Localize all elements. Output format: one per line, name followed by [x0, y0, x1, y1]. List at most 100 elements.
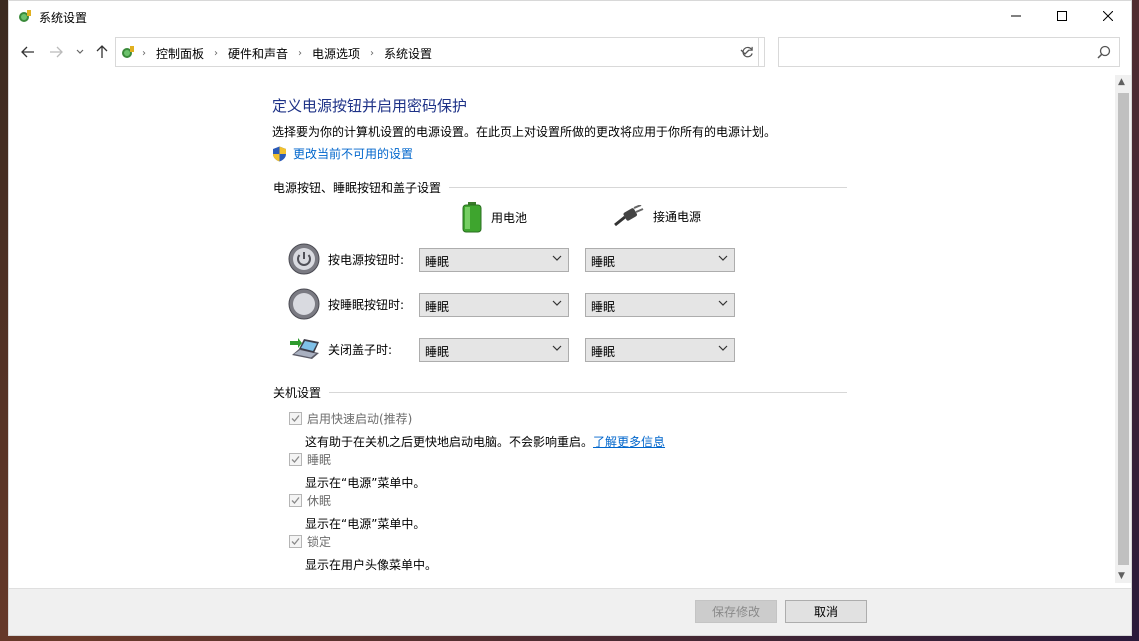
lock-option: 锁定 显示在用户头像菜单中。	[289, 533, 437, 573]
fast-startup-checkbox[interactable]	[289, 412, 302, 425]
chevron-down-icon	[718, 255, 728, 261]
chevron-down-icon	[552, 255, 562, 261]
battery-column-header: 用电池	[461, 201, 527, 233]
chevron-down-icon	[552, 345, 562, 351]
breadcrumb-item[interactable]: 硬件和声音	[228, 45, 288, 62]
row-label: 关闭盖子时:	[328, 342, 393, 357]
change-unavailable-settings-link[interactable]: 更改当前不可用的设置	[272, 145, 413, 162]
refresh-icon	[742, 46, 753, 57]
sleep-button-plugged-select[interactable]: 睡眠	[585, 293, 735, 317]
forward-button[interactable]	[47, 43, 65, 61]
chevron-down-icon	[718, 300, 728, 306]
page-title: 定义电源按钮并启用密码保护	[272, 97, 468, 115]
sleep-button-row-label: 按睡眠按钮时:	[288, 288, 404, 320]
plugged-in-column-header: 接通电源	[613, 205, 701, 227]
shutdown-section-header: 关机设置	[273, 384, 847, 401]
close-button[interactable]	[1085, 1, 1131, 31]
breadcrumb-item[interactable]: 系统设置	[384, 45, 432, 62]
control-panel-icon	[122, 46, 134, 58]
scrollbar-thumb[interactable]	[1118, 93, 1129, 565]
checkmark-icon	[291, 415, 300, 422]
lid-close-plugged-select[interactable]: 睡眠	[585, 338, 735, 362]
scroll-up-icon[interactable]: ▲	[1118, 77, 1125, 87]
lock-checkbox[interactable]	[289, 535, 302, 548]
power-button-icon	[288, 243, 320, 275]
sleep-button-battery-select[interactable]: 睡眠	[419, 293, 569, 317]
row-label: 按睡眠按钮时:	[328, 297, 405, 312]
search-input[interactable]	[785, 43, 1085, 61]
hibernate-checkbox[interactable]	[289, 494, 302, 507]
checkmark-icon	[291, 497, 300, 504]
row-label: 按电源按钮时:	[328, 252, 405, 267]
power-options-icon	[19, 10, 31, 22]
sleep-checkbox[interactable]	[289, 453, 302, 466]
arrow-right-icon	[50, 46, 63, 58]
power-button-battery-select[interactable]: 睡眠	[419, 248, 569, 272]
back-button[interactable]	[19, 43, 37, 61]
lock-description: 显示在用户头像菜单中。	[305, 558, 438, 572]
sleep-label: 睡眠	[307, 453, 332, 467]
sleep-button-icon	[288, 288, 320, 320]
page-description: 选择要为你的计算机设置的电源设置。在此页上对设置所做的更改将应用于你所有的电源计…	[272, 125, 777, 139]
lid-close-battery-select[interactable]: 睡眠	[419, 338, 569, 362]
section-title: 关机设置	[273, 386, 322, 400]
up-button[interactable]	[93, 43, 111, 61]
recent-locations-button[interactable]	[71, 43, 89, 61]
arrow-up-icon	[96, 45, 108, 58]
address-bar[interactable]: › 控制面板 › 硬件和声音 › 电源选项 › 系统设置	[115, 37, 759, 67]
maximize-icon	[1057, 11, 1067, 21]
hibernate-label: 休眠	[307, 494, 332, 508]
power-buttons-section-header: 电源按钮、睡眠按钮和盖子设置	[273, 179, 847, 196]
save-changes-button[interactable]: 保存修改	[695, 600, 777, 623]
chevron-right-icon[interactable]: ›	[214, 48, 218, 59]
selected-value: 睡眠	[591, 345, 616, 359]
power-button-plugged-select[interactable]: 睡眠	[585, 248, 735, 272]
window: 系统设置 › 控制面板 › 硬件和声音 › 电源选项 › 系统设置 定义电源按钮…	[8, 0, 1132, 636]
search-icon	[1097, 45, 1111, 59]
footer-bar: 保存修改 取消	[9, 588, 1131, 635]
breadcrumb-item[interactable]: 控制面板	[156, 45, 204, 62]
section-divider	[449, 187, 847, 188]
refresh-button[interactable]	[731, 37, 765, 67]
battery-icon	[462, 202, 482, 233]
sleep-description: 显示在“电源”菜单中。	[305, 476, 426, 490]
learn-more-link[interactable]: 了解更多信息	[593, 435, 665, 449]
chevron-down-icon	[76, 49, 84, 54]
section-divider	[329, 392, 847, 393]
power-plug-icon	[614, 205, 644, 227]
selected-value: 睡眠	[425, 345, 450, 359]
lock-label: 锁定	[307, 535, 332, 549]
section-title: 电源按钮、睡眠按钮和盖子设置	[273, 181, 442, 195]
selected-value: 睡眠	[425, 255, 450, 269]
change-unavailable-settings-label[interactable]: 更改当前不可用的设置	[293, 145, 413, 162]
fast-startup-label: 启用快速启动(推荐)	[307, 412, 413, 426]
selected-value: 睡眠	[591, 300, 616, 314]
hibernate-description: 显示在“电源”菜单中。	[305, 517, 426, 531]
fast-startup-description: 这有助于在关机之后更快地启动电脑。不会影响重启。	[305, 435, 594, 449]
minimize-icon	[1011, 15, 1021, 17]
navigation-bar: › 控制面板 › 硬件和声音 › 电源选项 › 系统设置	[9, 35, 1131, 69]
scroll-down-icon[interactable]: ▼	[1118, 571, 1125, 581]
main-content: 定义电源按钮并启用密码保护 选择要为你的计算机设置的电源设置。在此页上对设置所做…	[9, 75, 1115, 588]
arrow-left-icon	[21, 46, 34, 58]
minimize-button[interactable]	[993, 1, 1039, 31]
close-icon	[1103, 11, 1113, 21]
sleep-option: 睡眠 显示在“电源”菜单中。	[289, 451, 425, 491]
uac-shield-icon	[273, 146, 286, 161]
laptop-lid-icon	[290, 338, 319, 359]
chevron-down-icon	[552, 300, 562, 306]
breadcrumb-item[interactable]: 电源选项	[312, 45, 360, 62]
chevron-right-icon[interactable]: ›	[370, 48, 374, 59]
search-box[interactable]	[778, 37, 1120, 67]
checkmark-icon	[291, 538, 300, 545]
chevron-right-icon[interactable]: ›	[298, 48, 302, 59]
breadcrumb: › 控制面板 › 硬件和声音 › 电源选项 › 系统设置	[142, 45, 432, 62]
battery-label: 用电池	[491, 210, 528, 225]
fast-startup-option: 启用快速启动(推荐) 这有助于在关机之后更快地启动电脑。不会影响重启。了解更多信…	[289, 410, 665, 450]
maximize-button[interactable]	[1039, 1, 1085, 31]
cancel-button[interactable]: 取消	[785, 600, 867, 623]
selected-value: 睡眠	[591, 255, 616, 269]
plugged-in-label: 接通电源	[653, 209, 702, 224]
vertical-scrollbar[interactable]: ▲ ▼	[1115, 75, 1131, 583]
lid-close-row-label: 关闭盖子时:	[288, 333, 392, 365]
